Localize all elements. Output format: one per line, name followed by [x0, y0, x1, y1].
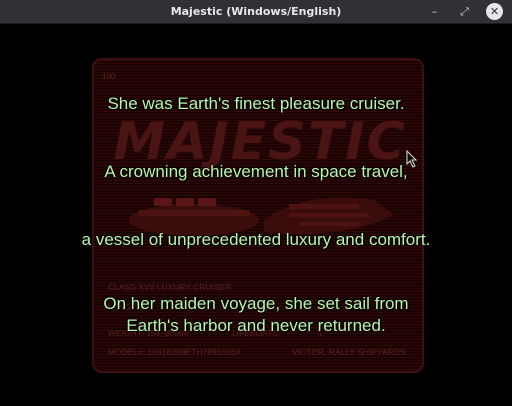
maximize-button[interactable]: ⤢	[456, 3, 473, 20]
title-bar[interactable]: Majestic (Windows/English) – ⤢ ✕	[0, 0, 512, 24]
mouse-cursor-icon	[406, 150, 418, 168]
model-number: MODEL#: 10918289ETH7891026X	[108, 347, 242, 357]
card-number: 100	[102, 72, 116, 81]
class-line: CLASS XVII LUXURY CRUISER	[108, 282, 232, 292]
minimize-button[interactable]: –	[426, 3, 443, 20]
caption-line-1: She was Earth's finest pleasure cruiser.	[107, 94, 405, 113]
game-viewport[interactable]: 100 MAJESTIC CLASS XVII LUXURY CRUISER L…	[0, 24, 512, 406]
close-button[interactable]: ✕	[486, 3, 503, 20]
shipyard-name: VICTOR, RALLY SHIPYARDS	[292, 347, 406, 357]
caption-line-4b: Earth's harbor and never returned.	[126, 316, 386, 335]
caption-line-4a: On her maiden voyage, she set sail from	[103, 294, 409, 313]
caption-line-2: A crowning achievement in space travel,	[104, 162, 408, 181]
caption-line-3: a vessel of unprecedented luxury and com…	[81, 230, 431, 249]
